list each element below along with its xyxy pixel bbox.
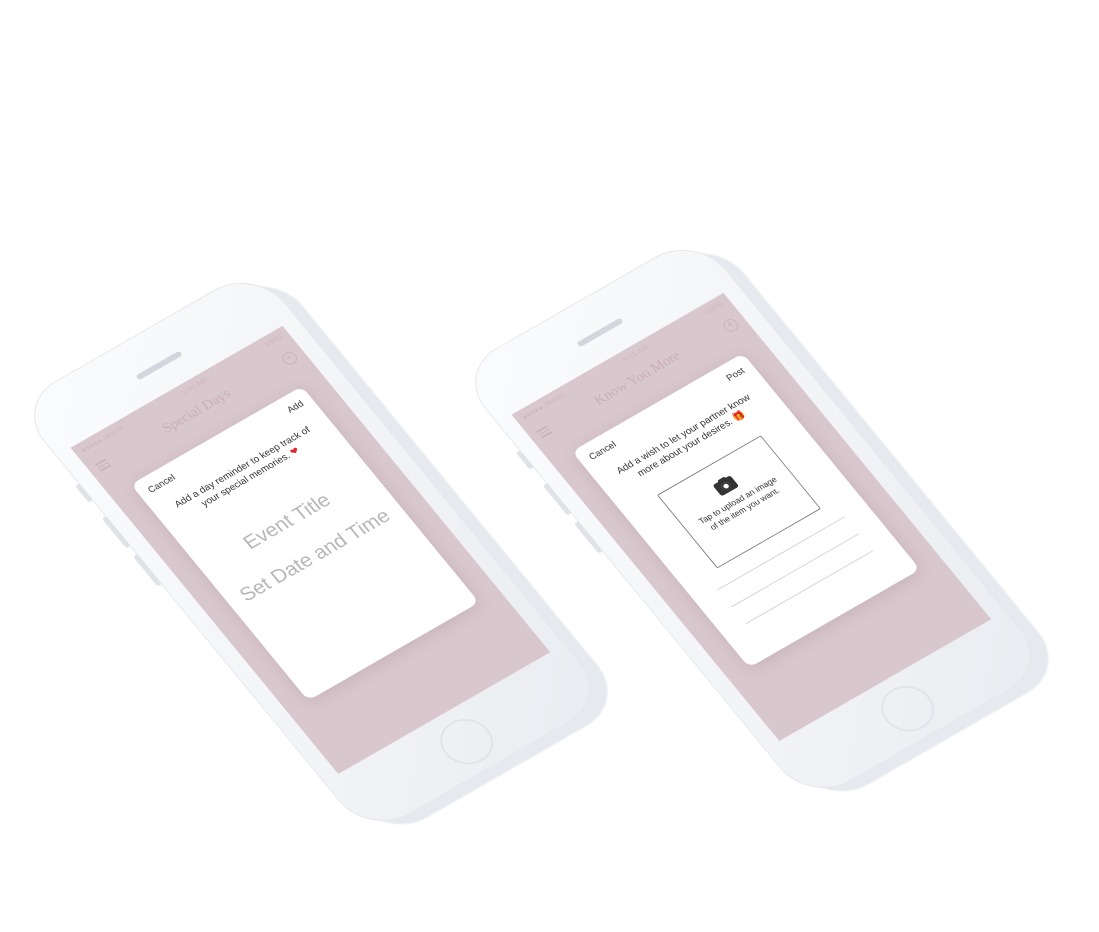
volume-up-button <box>542 482 572 516</box>
add-wish-modal: Cancel Post Add a wish to let your partn… <box>571 353 921 668</box>
cancel-button[interactable]: Cancel <box>587 440 618 462</box>
post-button[interactable]: Post <box>724 366 747 383</box>
cloud-icon: ○ <box>653 575 668 590</box>
phone-right: ●●●●● Sketch 9:41 AM 100% Know You More … <box>0 0 1069 808</box>
home-button[interactable] <box>429 710 504 773</box>
upload-instructions: Tap to upload an image of the item you w… <box>697 475 782 533</box>
gift-icon: 🎁 <box>730 409 748 424</box>
mute-switch <box>515 450 535 470</box>
ribbon-icon: ♡ <box>693 623 712 639</box>
volume-down-button <box>573 520 604 554</box>
speaker-grille <box>576 317 624 348</box>
bag-icon: △ <box>618 532 635 548</box>
camera-icon <box>712 475 740 497</box>
home-button[interactable] <box>870 677 945 740</box>
